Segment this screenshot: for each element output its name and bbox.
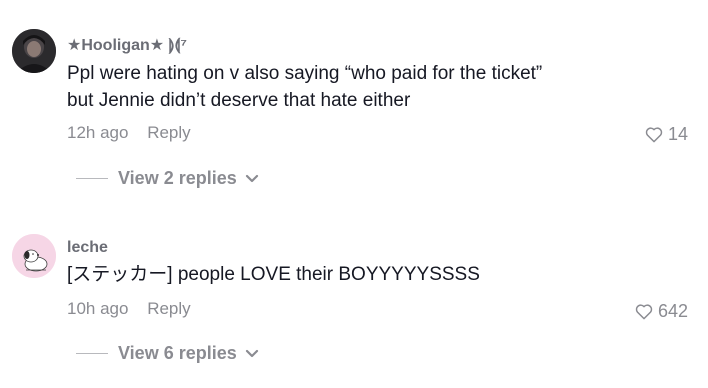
comment-text-line: Ppl were hating on v also saying “who pa… xyxy=(67,63,543,84)
chevron-down-icon xyxy=(245,349,259,359)
like-button[interactable]: 14 xyxy=(645,124,688,145)
like-count: 14 xyxy=(667,124,688,144)
view-replies-label: View 6 replies xyxy=(118,343,237,363)
divider-line xyxy=(76,353,108,354)
like-button[interactable]: 642 xyxy=(635,301,688,322)
comment-meta: 12h ago Reply xyxy=(67,123,191,143)
heart-icon xyxy=(635,304,653,320)
snoopy-avatar-icon xyxy=(12,234,56,278)
username[interactable]: ★Hooligan★ ⟭⟬⁷ xyxy=(67,35,187,55)
divider-line xyxy=(76,178,108,179)
dark-portrait-avatar-icon xyxy=(12,29,56,73)
like-count: 642 xyxy=(657,301,688,321)
comment-text-line: but Jennie didn’t deserve that hate eith… xyxy=(67,90,411,111)
reply-button[interactable]: Reply xyxy=(147,123,190,142)
timestamp: 12h ago xyxy=(67,123,129,142)
comment-item: ★Hooligan★ ⟭⟬⁷ Ppl were hating on v also… xyxy=(0,0,708,200)
view-replies-button[interactable]: View 2 replies xyxy=(76,168,259,189)
heart-icon xyxy=(645,127,663,143)
comment-text: [ステッカー] people LOVE their BOYYYYYSSSS xyxy=(67,261,687,288)
reply-button[interactable]: Reply xyxy=(147,299,190,318)
comment-item: leche [ステッカー] people LOVE their BOYYYYYS… xyxy=(0,200,708,388)
username[interactable]: leche xyxy=(67,239,108,257)
view-replies-button[interactable]: View 6 replies xyxy=(76,343,259,364)
comment-meta: 10h ago Reply xyxy=(67,299,191,319)
avatar[interactable] xyxy=(12,29,56,73)
avatar[interactable] xyxy=(12,234,56,278)
timestamp: 10h ago xyxy=(67,299,129,318)
comment-text-line: [ステッカー] people LOVE their BOYYYYYSSSS xyxy=(67,264,480,285)
comment-text: Ppl were hating on v also saying “who pa… xyxy=(67,60,687,114)
view-replies-label: View 2 replies xyxy=(118,168,237,188)
chevron-down-icon xyxy=(245,174,259,184)
